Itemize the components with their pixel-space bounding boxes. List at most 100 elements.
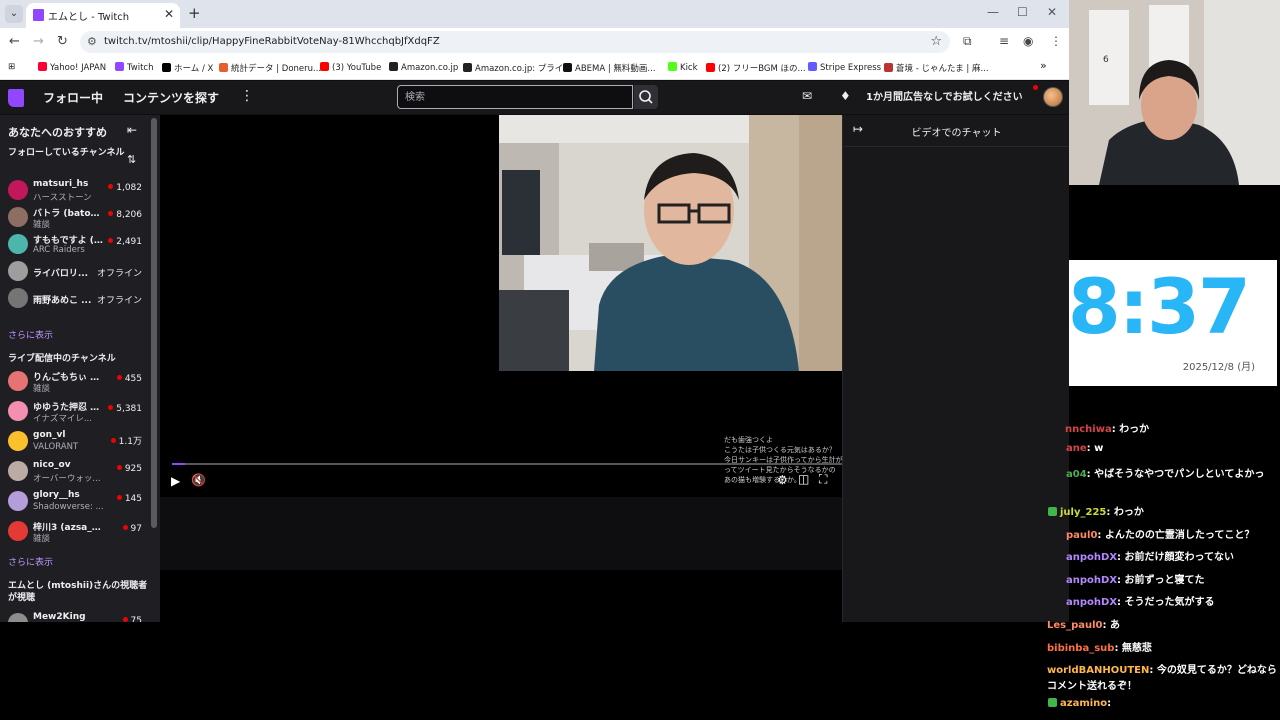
profile-icon[interactable]: ◉ — [1023, 34, 1033, 48]
forward-icon[interactable]: → — [33, 34, 44, 49]
overlay-chat-message: a04: やばそうなやつでパンしといてよかっ — [1066, 465, 1264, 480]
search-input[interactable] — [397, 85, 633, 109]
close-window-icon[interactable]: ✕ — [1047, 5, 1057, 19]
close-tab-icon[interactable]: ✕ — [164, 7, 174, 21]
following-link[interactable]: フォロー中 — [43, 89, 103, 106]
bookmark-item[interactable]: Amazon.co.jp: プライ... — [463, 62, 571, 74]
sidebar-channel[interactable]: すももですよ (... ARC Raiders 2,491 — [0, 230, 150, 258]
overlay-chat-message: コメント送れるぞ！ — [1047, 677, 1137, 692]
mute-icon[interactable]: 🔇 — [191, 473, 206, 487]
back-icon[interactable]: ← — [9, 34, 20, 49]
avatar — [8, 207, 28, 227]
bookmark-item[interactable]: Kick — [668, 62, 698, 73]
browser-menu-icon[interactable]: ⋮ — [1050, 34, 1062, 48]
inbox-icon[interactable]: ✉ — [802, 89, 812, 103]
minimize-icon[interactable]: — — [987, 5, 999, 19]
bookmark-star-icon[interactable]: ☆ — [930, 34, 942, 49]
viewer-count: 5,381 — [108, 404, 142, 414]
channel-name: gon_vl — [33, 430, 66, 440]
overlay-gap — [1069, 185, 1280, 260]
sidebar-channel[interactable]: バトラ (batora...雑談8,206 — [0, 203, 150, 231]
viewer-count: 455 — [116, 374, 142, 384]
sidebar-channel[interactable]: 雨野あめこ ... オフライン — [0, 284, 150, 312]
play-icon[interactable]: ▶ — [171, 474, 180, 488]
chat-username: july_225 — [1060, 507, 1107, 518]
sidebar-channel[interactable]: ライバロリ... オフライン — [0, 257, 150, 285]
prime-crown-icon[interactable]: ♦ — [840, 89, 851, 103]
bookmark-item[interactable]: (3) YouTube — [320, 62, 381, 73]
sidebar-channel[interactable]: gon_vl VALORANT 1.1万 — [0, 427, 150, 455]
avatar — [8, 234, 28, 254]
site-info-icon[interactable]: ⚙ — [87, 35, 97, 48]
followed-channels-header: フォローしているチャンネル — [8, 148, 125, 158]
bookmark-item[interactable]: Twitch — [115, 62, 154, 73]
chat-text: : わっか — [1111, 424, 1150, 435]
bookmark-label: Kick — [680, 63, 698, 73]
bookmark-favicon-icon — [320, 62, 329, 71]
live-dot — [122, 525, 128, 530]
sort-icon[interactable]: ⇅ — [127, 153, 136, 166]
chat-username: worldBANHOUTEN — [1047, 665, 1150, 676]
bookmark-favicon-icon — [463, 63, 472, 72]
bookmark-item[interactable]: 統計データ | Doneru... — [219, 62, 321, 74]
sidebar-channel-partial[interactable]: Mew2King 75 — [0, 609, 150, 622]
bookmark-label: (2) フリーBGM ほの... — [718, 64, 806, 74]
bookmark-item[interactable]: Amazon.co.jp — [389, 62, 458, 73]
bookmark-label: ホーム / X — [174, 64, 214, 74]
viewer-count: 145 — [116, 494, 142, 504]
show-more-followed[interactable]: さらに表示 — [8, 328, 53, 341]
sidebar-channel[interactable]: ゆゆうた押忍 (... イナズマイレ... 5,381 — [0, 397, 150, 425]
bookmark-favicon-icon — [668, 62, 677, 71]
chat-username: anpohDX — [1066, 552, 1118, 563]
overlay-chat-message: worldBANHOUTEN: 今の奴見てるか？どねなら — [1047, 661, 1277, 676]
sidebar-scrollbar[interactable] — [151, 118, 157, 528]
browser-window: ⌄ エムとし - Twitch ✕ + — ☐ ✕ ← → ↻ ⚙ twitch… — [0, 0, 1069, 622]
extensions-icon[interactable]: ⧉ — [963, 34, 972, 49]
bookmark-favicon-icon — [706, 63, 715, 72]
reading-list-icon[interactable]: ≡ — [999, 34, 1009, 48]
bookmark-item[interactable]: ホーム / X — [162, 62, 213, 74]
channel-name: 雨野あめこ ... — [33, 296, 92, 306]
user-avatar[interactable] — [1043, 87, 1063, 107]
tab-title: エムとし - Twitch — [48, 12, 130, 23]
bookmark-label: Yahoo! JAPAN — [50, 63, 107, 73]
tab-search-icon[interactable]: ⌄ — [5, 5, 23, 23]
sidebar-channel[interactable]: matsuri_hs ハースストーン 1,082 — [0, 176, 150, 204]
viewer-count: 97 — [122, 524, 142, 534]
bookmark-item[interactable]: Stripe Express — [808, 62, 881, 73]
bookmark-item[interactable]: 蒼境 - じゃんたま | 麻... — [884, 62, 989, 74]
channel-category: VALORANT — [33, 442, 79, 452]
sidebar-channel[interactable]: 梓川3 (azsa_397)雑談97 — [0, 517, 150, 545]
ad-free-trial-button[interactable]: 1か月間広告なしでお試しください — [866, 88, 1023, 103]
address-bar[interactable]: ⚙ twitch.tv/mtoshii/clip/HappyFineRabbit… — [80, 31, 950, 53]
url-text: twitch.tv/mtoshii/clip/HappyFineRabbitVo… — [104, 36, 440, 47]
apps-icon[interactable]: ⊞ — [8, 62, 15, 72]
browse-link[interactable]: コンテンツを探す — [123, 89, 219, 106]
show-more-live[interactable]: さらに表示 — [8, 555, 53, 568]
bookmark-item[interactable]: ABEMA | 無料動画... — [563, 62, 656, 74]
webcam-image: 6 — [1069, 0, 1280, 185]
chat-text: : やばそうなやつでパンしといてよかっ — [1086, 469, 1265, 480]
bookmark-item[interactable]: (2) フリーBGM ほの... — [706, 62, 806, 74]
chat-username: azamino — [1060, 698, 1108, 709]
browser-tab[interactable]: エムとし - Twitch ✕ — [26, 3, 180, 28]
more-icon[interactable]: ⋮ — [240, 88, 254, 104]
new-tab-icon[interactable]: + — [188, 4, 201, 22]
collapse-sidebar-icon[interactable]: ⇤ — [127, 123, 137, 137]
more-bookmarks-icon[interactable]: » — [1040, 59, 1047, 72]
avatar — [8, 613, 28, 622]
search-button[interactable] — [634, 85, 658, 109]
overlay-chat-message: Les_paul0: あ — [1047, 616, 1120, 631]
sidebar-channel[interactable]: glory__hs Shadowverse: ... 145 — [0, 487, 150, 515]
sidebar-channel[interactable]: nico_ov オーバーウォッ... 925 — [0, 457, 150, 485]
viewer-count: 925 — [116, 464, 142, 474]
bookmark-item[interactable]: Yahoo! JAPAN — [38, 62, 106, 73]
bookmark-favicon-icon — [389, 62, 398, 71]
maximize-icon[interactable]: ☐ — [1017, 5, 1028, 19]
live-dot — [108, 211, 114, 216]
twitch-logo-icon[interactable] — [8, 89, 24, 107]
chat-username: Les_paul0 — [1047, 620, 1103, 631]
channel-category: Shadowverse: ... — [33, 502, 104, 512]
reload-icon[interactable]: ↻ — [57, 34, 68, 49]
sidebar-channel[interactable]: りんごもちぃ (m...雑談455 — [0, 367, 150, 395]
